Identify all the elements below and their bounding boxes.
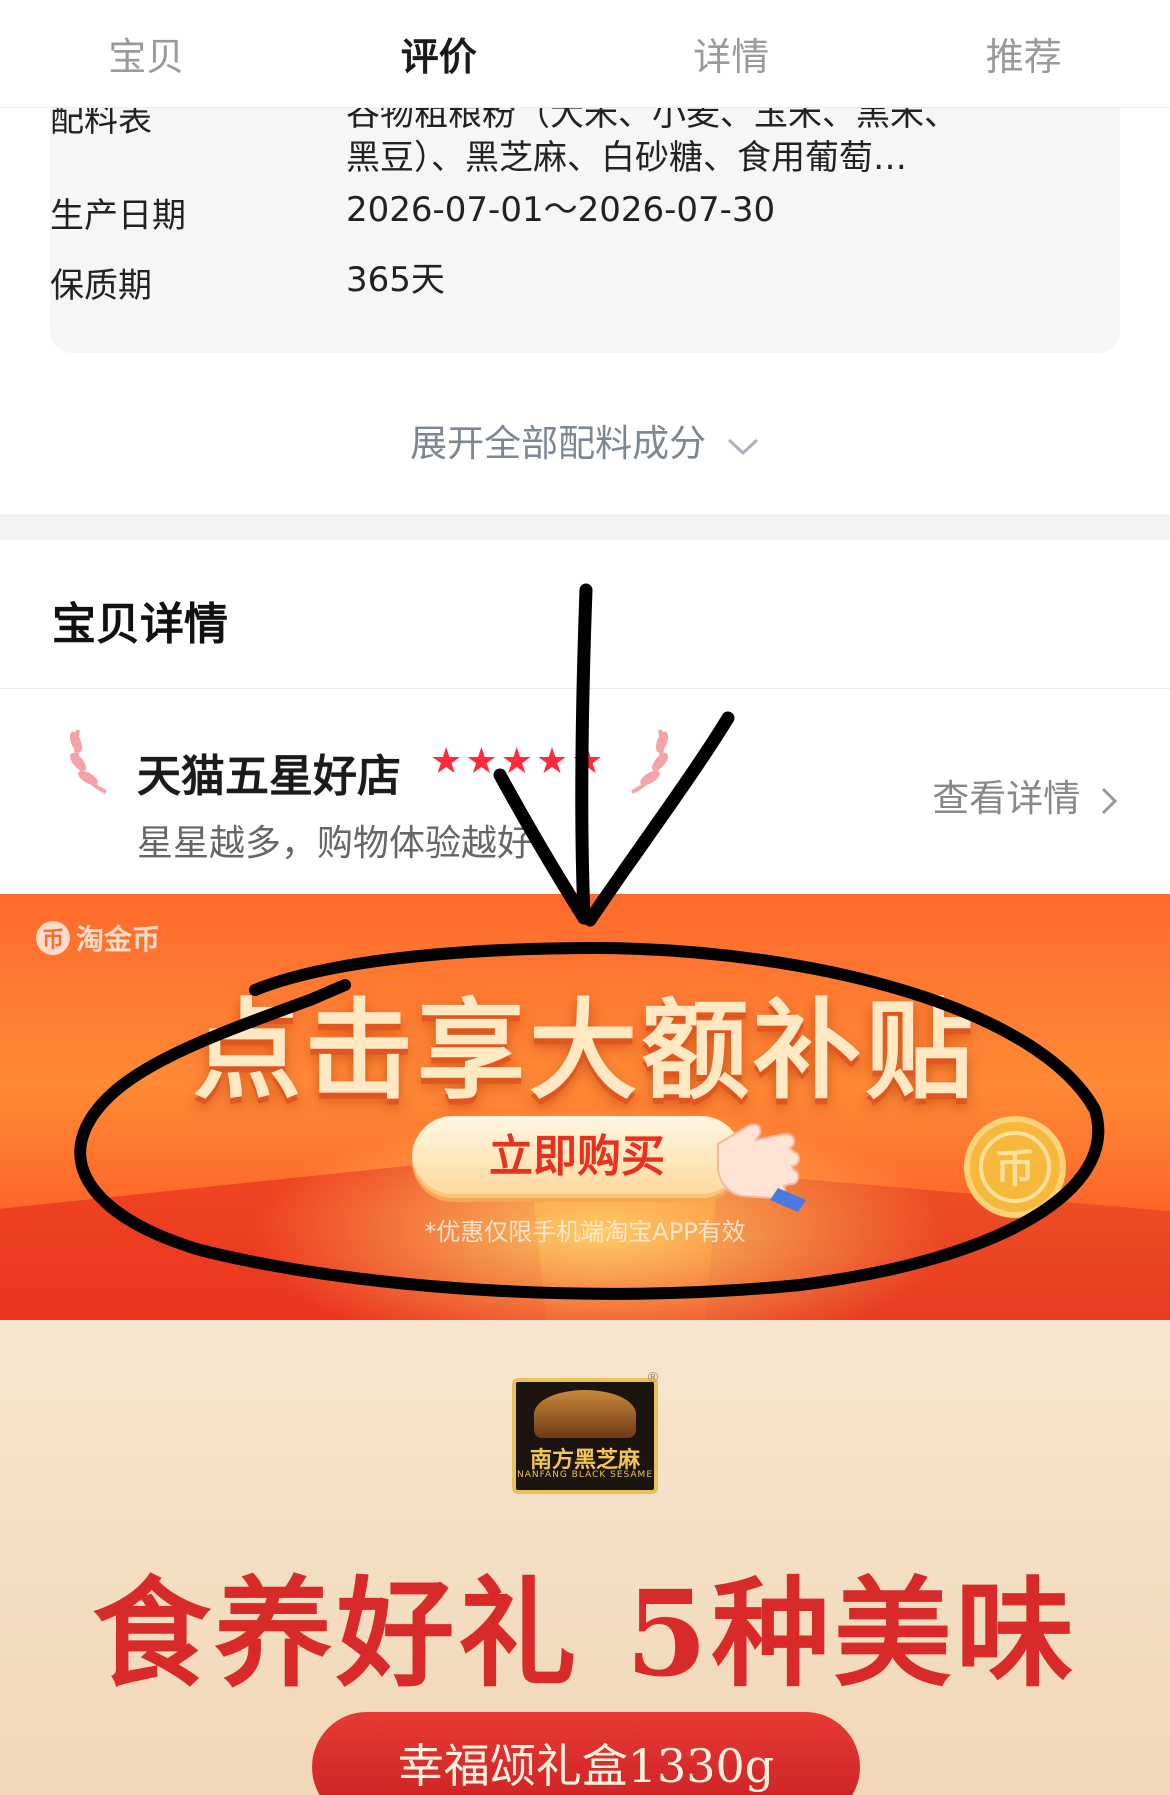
view-details-link[interactable]: 查看详情 (932, 768, 1120, 822)
expand-ingredients-button[interactable]: 展开全部配料成分 (0, 413, 1170, 467)
expand-label: 展开全部配料成分 (410, 422, 707, 465)
product-name: 幸福颂礼盒1330g (397, 1739, 775, 1793)
buy-now-button[interactable]: 立即购买 (412, 1116, 742, 1198)
product-hero-banner[interactable]: 南方黑芝麻 NANFANG BLACK SESAME ® 食养好礼 5种美味 幸… (0, 1320, 1170, 1795)
star-icon: ★ (465, 741, 498, 782)
subsidy-promo-banner[interactable]: 币 淘金币 点击享大额补贴 立即购买 币 *优惠仅限手机端淘宝APP有效 (0, 894, 1170, 1320)
star-icon: ★ (430, 741, 463, 782)
gold-coin-icon: 币 (960, 1112, 1070, 1226)
chevron-down-icon (726, 424, 760, 467)
chevron-right-icon (1092, 777, 1120, 820)
attr-value: 365天 (346, 260, 445, 300)
pointing-hand-icon (698, 1104, 818, 1218)
star-icon: ★ (571, 741, 604, 782)
promo-headline: 点击享大额补贴 (192, 989, 977, 1114)
tab-details[interactable]: 详情 (621, 26, 841, 81)
taojinbi-brand: 币 淘金币 (36, 918, 160, 958)
section-title: 宝贝详情 (52, 599, 228, 650)
product-info-section: 配料表 谷物粗粮粉（大米、小麦、玉米、黑米、黑豆）、黑芝麻、白砂糖、食用葡萄… … (0, 94, 1170, 513)
attr-key: 生产日期 (50, 196, 186, 236)
promo-disclaimer: *优惠仅限手机端淘宝APP有效 (424, 1218, 746, 1246)
brand-label: 淘金币 (76, 923, 161, 956)
divider-line (0, 688, 1170, 689)
product-name-pill: 幸福颂礼盒1330g (312, 1712, 860, 1795)
coin-icon: 币 (36, 921, 70, 955)
coin-glyph: 币 (995, 1146, 1035, 1192)
tab-baobei[interactable]: 宝贝 (36, 26, 256, 81)
tab-recommend[interactable]: 推荐 (914, 26, 1134, 81)
laurel-right-icon (622, 720, 672, 800)
star-icon: ★ (500, 741, 533, 782)
logo-illustration (534, 1390, 636, 1438)
logo-subtext: NANFANG BLACK SESAME (516, 1470, 654, 1480)
product-headline: 食养好礼 5种美味 (92, 1564, 1078, 1703)
laurel-left-icon (66, 720, 116, 800)
attr-value: 2026-07-01～2026-07-30 (346, 190, 776, 230)
view-details-label: 查看详情 (932, 777, 1081, 820)
top-tab-bar: 宝贝 评价 详情 推荐 (0, 0, 1170, 108)
registered-mark: ® (646, 1370, 660, 1386)
shop-rating-row[interactable]: 天猫五星好店 ★ ★ ★ ★ ★ 星星越多，购物体验越好 查看详情 (0, 690, 1170, 894)
tab-reviews[interactable]: 评价 (329, 26, 549, 81)
shop-badge-subtitle: 星星越多，购物体验越好 (137, 823, 534, 864)
star-rating: ★ ★ ★ ★ ★ (430, 742, 603, 782)
section-divider (0, 514, 1170, 540)
star-icon: ★ (535, 741, 569, 782)
attr-key: 保质期 (50, 266, 152, 306)
page: 宝贝 评价 详情 推荐 配料表 谷物粗粮粉（大米、小麦、玉米、黑米、黑豆）、黑芝… (0, 0, 1170, 1795)
shop-badge-title: 天猫五星好店 (137, 751, 401, 802)
brand-logo: 南方黑芝麻 NANFANG BLACK SESAME (512, 1378, 658, 1494)
